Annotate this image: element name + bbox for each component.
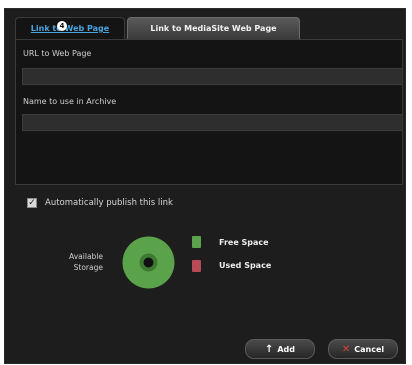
archive-name-label: Name to use in Archive bbox=[23, 97, 117, 106]
used-space-swatch bbox=[192, 260, 201, 272]
url-input[interactable] bbox=[22, 68, 403, 85]
free-space-label: Free Space bbox=[219, 238, 269, 247]
add-link-dialog: Link to Web Page 4 Link to MediaSite Web… bbox=[4, 8, 406, 364]
storage-donut-chart bbox=[121, 235, 176, 290]
donut-hole bbox=[143, 257, 154, 268]
available-storage-label-line1: Available bbox=[69, 252, 103, 261]
cancel-button[interactable]: ✕ Cancel bbox=[328, 339, 398, 359]
tab-link-to-mediasite-web-page[interactable]: Link to MediaSite Web Page bbox=[127, 17, 300, 39]
available-storage-label-line2: Storage bbox=[73, 263, 103, 272]
tab-link-to-web-page[interactable]: Link to Web Page 4 bbox=[15, 17, 125, 39]
check-icon: ✓ bbox=[28, 198, 36, 208]
tab-badge: 4 bbox=[57, 21, 67, 31]
arrow-up-icon: ↑ bbox=[264, 343, 274, 355]
link-form-panel: URL to Web Page Name to use in Archive bbox=[15, 39, 403, 185]
auto-publish-label: Automatically publish this link bbox=[45, 198, 173, 208]
used-space-label: Used Space bbox=[219, 261, 272, 270]
available-storage-label: Available Storage bbox=[45, 251, 103, 273]
tab-link-to-mediasite-web-page-label: Link to MediaSite Web Page bbox=[150, 24, 277, 33]
url-label: URL to Web Page bbox=[23, 49, 92, 58]
add-button-label: Add bbox=[277, 344, 296, 354]
tab-link-to-web-page-label: Link to Web Page bbox=[30, 24, 110, 33]
cancel-button-label: Cancel bbox=[354, 344, 385, 354]
close-icon: ✕ bbox=[341, 343, 351, 355]
add-button[interactable]: ↑ Add bbox=[245, 339, 315, 359]
free-space-swatch bbox=[192, 236, 201, 248]
archive-name-input[interactable] bbox=[22, 114, 403, 131]
auto-publish-checkbox[interactable]: ✓ bbox=[27, 198, 37, 208]
